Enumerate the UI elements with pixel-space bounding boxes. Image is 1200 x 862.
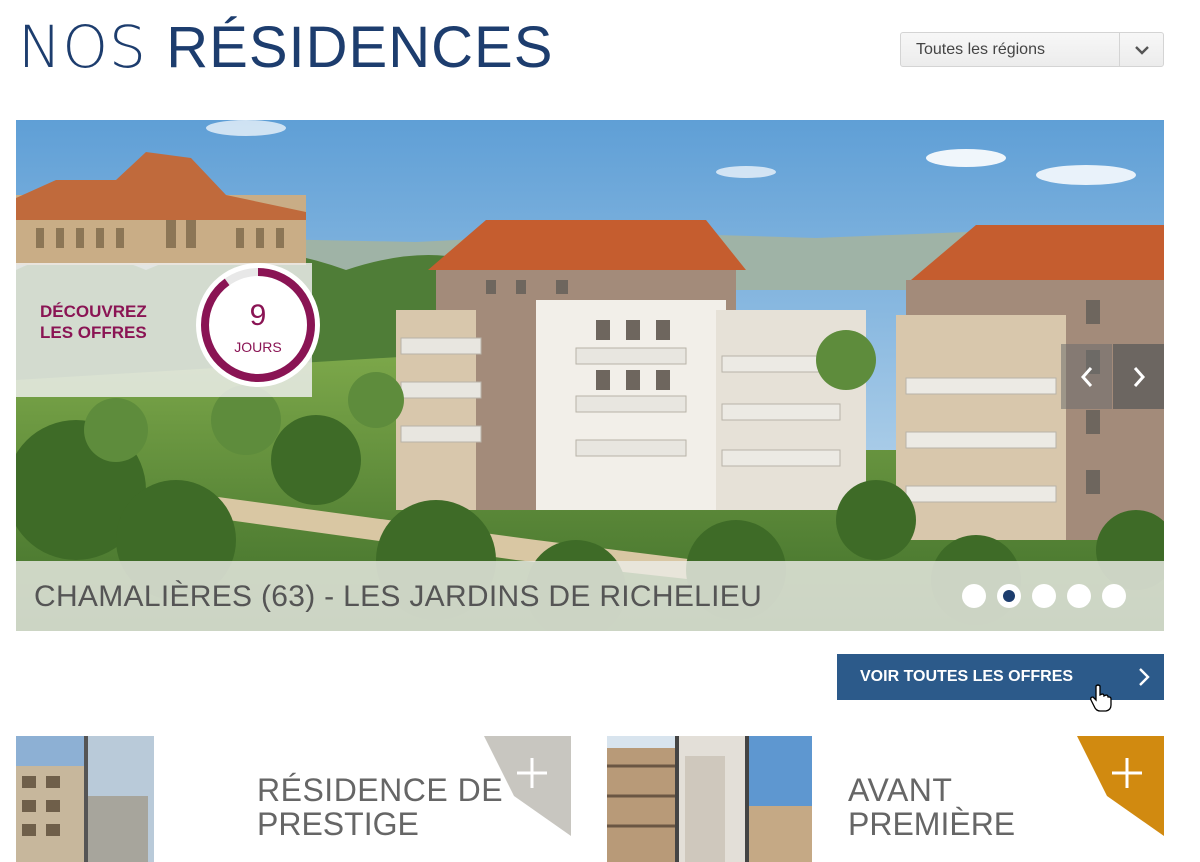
chevron-right-icon [1133,366,1145,387]
countdown-value: 9 [249,299,267,332]
carousel-dot[interactable] [962,584,986,608]
see-all-offers-label: VOIR TOUTES LES OFFRES [860,668,1074,685]
card-prestige-line-1: RÉSIDENCE DE [257,772,504,808]
region-select[interactable]: Toutes les régions [900,32,1164,67]
carousel-dot[interactable] [1067,584,1091,608]
card-prestige-panel: RÉSIDENCE DE PRESTIGE [154,736,571,862]
card-avant-premiere-line-1: AVANT [848,772,953,808]
card-avant-premiere-line-2: PREMIÈRE [848,806,1016,842]
page-title: NOS RÉSIDENCES [18,12,553,83]
carousel-dot[interactable] [1032,584,1056,608]
card-prestige[interactable]: RÉSIDENCE DE PRESTIGE [16,736,571,862]
hand-cursor-icon [1090,684,1112,712]
chevron-right-icon [1139,668,1150,686]
card-avant-premiere-photos [607,736,817,862]
plus-icon[interactable] [1077,736,1164,836]
card-prestige-photos [16,736,156,862]
page-title-bold: RÉSIDENCES [166,15,554,80]
carousel-dot[interactable] [997,584,1021,608]
page-title-light: NOS [18,13,147,81]
carousel-next-button[interactable] [1113,344,1164,409]
slide-caption: CHAMALIÈRES (63) - LES JARDINS DE RICHEL… [16,561,1164,631]
card-avant-premiere-panel: AVANT PREMIÈRE [812,736,1164,862]
carousel-dot[interactable] [1102,584,1126,608]
see-all-offers-button[interactable]: VOIR TOUTES LES OFFRES [837,654,1164,700]
plus-icon[interactable] [484,736,571,836]
carousel-nav [1061,344,1164,409]
region-select-value: Toutes les régions [916,41,1045,58]
promo-line-2: LES OFFRES [40,323,147,342]
carousel-prev-button[interactable] [1061,344,1112,409]
card-prestige-line-2: PRESTIGE [257,806,419,842]
countdown-badge: 9 JOURS [196,263,320,387]
chevron-down-icon[interactable] [1119,33,1163,66]
chevron-left-icon [1080,366,1092,387]
promo-text: DÉCOUVREZ LES OFFRES [40,301,170,343]
hero-carousel: DÉCOUVREZ LES OFFRES 9 JOURS CHAMALIÈRES… [16,120,1164,631]
countdown-unit: JOURS [234,339,282,355]
slide-caption-text: CHAMALIÈRES (63) - LES JARDINS DE RICHEL… [34,580,763,613]
promo-line-1: DÉCOUVREZ [40,302,147,321]
card-avant-premiere[interactable]: AVANT PREMIÈRE [607,736,1164,862]
